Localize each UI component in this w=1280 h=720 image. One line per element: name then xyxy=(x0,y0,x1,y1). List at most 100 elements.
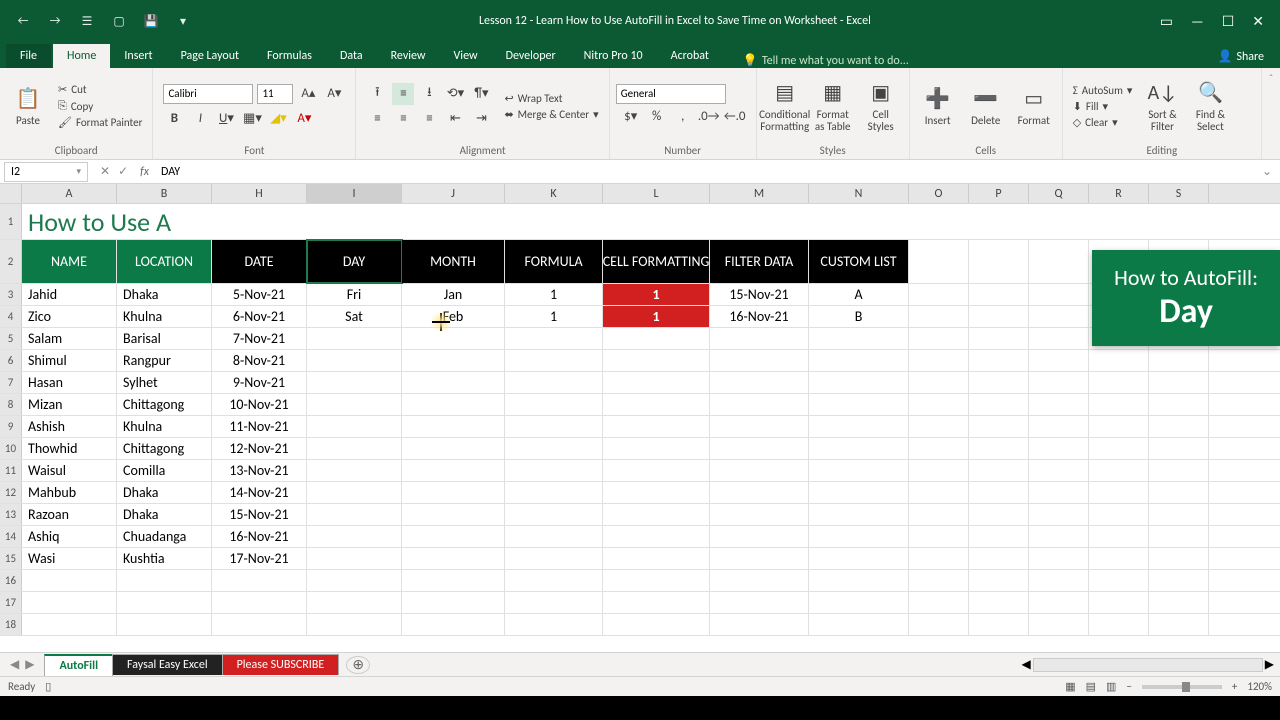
cell[interactable] xyxy=(1089,204,1149,239)
cell-L6[interactable] xyxy=(603,350,710,371)
row-header[interactable]: 15 xyxy=(0,548,22,569)
cell-H16[interactable] xyxy=(212,570,307,591)
cell-M6[interactable] xyxy=(710,350,809,371)
zoom-level[interactable]: 120% xyxy=(1247,680,1272,693)
cell[interactable] xyxy=(307,204,402,239)
cell-I14[interactable] xyxy=(307,526,402,547)
cell-J16[interactable] xyxy=(402,570,505,591)
cell-P9[interactable] xyxy=(969,416,1029,437)
zoom-slider[interactable] xyxy=(1142,685,1222,689)
cell-P18[interactable] xyxy=(969,614,1029,635)
cell-A10[interactable]: Thowhid xyxy=(22,438,117,459)
cell-R8[interactable] xyxy=(1089,394,1149,415)
cell-O15[interactable] xyxy=(909,548,969,569)
cell-O13[interactable] xyxy=(909,504,969,525)
col-header-S[interactable]: S xyxy=(1149,184,1209,203)
copy-button[interactable]: ⎘Copy xyxy=(54,98,146,114)
font-color-button[interactable]: A▾ xyxy=(293,108,315,130)
cell-R12[interactable] xyxy=(1089,482,1149,503)
header-H[interactable]: DATE xyxy=(212,240,307,283)
cell[interactable] xyxy=(1029,204,1089,239)
cell-P10[interactable] xyxy=(969,438,1029,459)
cell-J8[interactable] xyxy=(402,394,505,415)
scroll-left-icon[interactable]: ◀ xyxy=(1022,657,1031,672)
cell-L11[interactable] xyxy=(603,460,710,481)
cell-P16[interactable] xyxy=(969,570,1029,591)
percent-icon[interactable]: % xyxy=(646,106,668,128)
cell-A3[interactable]: Jahid xyxy=(22,284,117,305)
cell-M17[interactable] xyxy=(710,592,809,613)
cell-K14[interactable] xyxy=(505,526,603,547)
tab-developer[interactable]: Developer xyxy=(492,44,570,68)
cell-K6[interactable] xyxy=(505,350,603,371)
cell-I17[interactable] xyxy=(307,592,402,613)
cell-J18[interactable] xyxy=(402,614,505,635)
col-header-R[interactable]: R xyxy=(1089,184,1149,203)
cell-Q15[interactable] xyxy=(1029,548,1089,569)
cell-A17[interactable] xyxy=(22,592,117,613)
cell-P15[interactable] xyxy=(969,548,1029,569)
cell[interactable] xyxy=(969,204,1029,239)
cell-I15[interactable] xyxy=(307,548,402,569)
cell-P17[interactable] xyxy=(969,592,1029,613)
cell-R13[interactable] xyxy=(1089,504,1149,525)
cell-O3[interactable] xyxy=(909,284,969,305)
cell-J17[interactable] xyxy=(402,592,505,613)
cell-O18[interactable] xyxy=(909,614,969,635)
cell-A6[interactable]: Shimul xyxy=(22,350,117,371)
sheet-nav-prev-icon[interactable]: ◀ xyxy=(10,657,19,672)
format-painter-button[interactable]: 🖌Format Painter xyxy=(54,115,146,130)
fx-icon[interactable]: fx xyxy=(136,165,153,179)
cell-Q8[interactable] xyxy=(1029,394,1089,415)
cell-S6[interactable] xyxy=(1149,350,1209,371)
row-header[interactable]: 1 xyxy=(0,204,22,239)
cell-A15[interactable]: Wasi xyxy=(22,548,117,569)
cell-R15[interactable] xyxy=(1089,548,1149,569)
cell-A8[interactable]: Mizan xyxy=(22,394,117,415)
tab-data[interactable]: Data xyxy=(326,44,377,68)
cell-P12[interactable] xyxy=(969,482,1029,503)
cell-I3[interactable]: Fri xyxy=(307,284,402,305)
cell[interactable] xyxy=(505,204,603,239)
cell-J13[interactable] xyxy=(402,504,505,525)
cell-P5[interactable] xyxy=(969,328,1029,349)
cell[interactable] xyxy=(212,204,307,239)
col-header-O[interactable]: O xyxy=(909,184,969,203)
cell-S8[interactable] xyxy=(1149,394,1209,415)
cell-S14[interactable] xyxy=(1149,526,1209,547)
cell-J3[interactable]: Jan xyxy=(402,284,505,305)
cell-A4[interactable]: Zico xyxy=(22,306,117,327)
col-header-K[interactable]: K xyxy=(505,184,603,203)
touch-mode-icon[interactable]: ☰ xyxy=(78,12,96,30)
cell-L9[interactable] xyxy=(603,416,710,437)
cell[interactable] xyxy=(1149,204,1209,239)
paste-button[interactable]: 📋 Paste xyxy=(6,73,50,139)
cell-P11[interactable] xyxy=(969,460,1029,481)
cell-B10[interactable]: Chittagong xyxy=(117,438,212,459)
orientation-icon[interactable]: ⟲▾ xyxy=(444,83,466,105)
cell-K10[interactable] xyxy=(505,438,603,459)
cell-M11[interactable] xyxy=(710,460,809,481)
format-as-table-button[interactable]: ▦Format as Table xyxy=(811,73,855,139)
collapse-ribbon-icon[interactable]: ˆ xyxy=(1262,68,1280,159)
cell-M16[interactable] xyxy=(710,570,809,591)
cell-N7[interactable] xyxy=(809,372,909,393)
cell-I5[interactable] xyxy=(307,328,402,349)
cell-B6[interactable]: Rangpur xyxy=(117,350,212,371)
cell-Q11[interactable] xyxy=(1029,460,1089,481)
cell-R6[interactable] xyxy=(1089,350,1149,371)
cell-H18[interactable] xyxy=(212,614,307,635)
col-header-N[interactable]: N xyxy=(809,184,909,203)
cell[interactable] xyxy=(603,204,710,239)
header-A[interactable]: NAME xyxy=(22,240,117,283)
cell-B11[interactable]: Comilla xyxy=(117,460,212,481)
row-header[interactable]: 2 xyxy=(0,240,22,283)
cell-M10[interactable] xyxy=(710,438,809,459)
cell-M5[interactable] xyxy=(710,328,809,349)
cell-N11[interactable] xyxy=(809,460,909,481)
row-header[interactable]: 11 xyxy=(0,460,22,481)
header-N[interactable]: CUSTOM LIST xyxy=(809,240,909,283)
cell-R10[interactable] xyxy=(1089,438,1149,459)
header-J[interactable]: MONTH xyxy=(402,240,505,283)
insert-cells-button[interactable]: ➕Insert xyxy=(916,73,960,139)
